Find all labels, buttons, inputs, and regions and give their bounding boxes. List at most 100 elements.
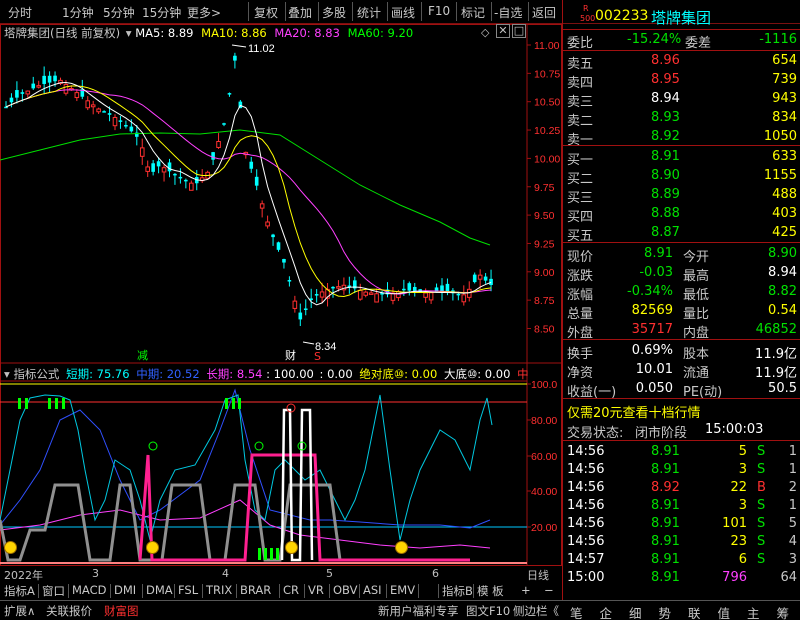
- indicator-tab[interactable]: DMA: [146, 583, 173, 597]
- quote-panel: R 500 002233 塔牌集团 委比 -15.24% 委差 -1116 卖五…: [562, 0, 800, 600]
- candle-body: [276, 242, 281, 250]
- indicator-tab[interactable]: −: [544, 583, 554, 597]
- side-panel-icon[interactable]: 势: [659, 603, 672, 620]
- candle-body: [112, 117, 118, 127]
- chart-frame: [0, 24, 562, 566]
- indicator-tab[interactable]: 窗口: [42, 583, 65, 599]
- divider: [563, 242, 800, 243]
- stock-name[interactable]: 塔牌集团: [651, 7, 711, 28]
- candle-body: [374, 293, 379, 303]
- value-100: : 100.00: [266, 367, 314, 381]
- tab-fenshi[interactable]: 分时: [8, 4, 32, 21]
- tick-volume: 101: [722, 516, 747, 531]
- draw-line-button[interactable]: 画线: [391, 4, 415, 21]
- promo-row[interactable]: 仅需20元查看十档行情: [563, 400, 800, 421]
- indicator-tab[interactable]: EMV: [390, 583, 415, 597]
- indicator-collapse-icon[interactable]: ▾: [4, 367, 10, 381]
- promo-text[interactable]: 仅需20元查看十档行情: [567, 402, 701, 421]
- side-panel-icon[interactable]: 联: [688, 603, 701, 620]
- overlay-button[interactable]: 叠加: [288, 4, 312, 21]
- smile-icon: [285, 541, 298, 554]
- price-tick-label: 8.75: [534, 295, 555, 307]
- wealth-chart-button[interactable]: 财富图: [104, 603, 139, 619]
- candle-body: [466, 288, 472, 298]
- candle-body: [102, 111, 106, 113]
- tick-count: 2: [788, 480, 797, 495]
- short-term-line: [0, 394, 493, 541]
- side-panel-icon[interactable]: 细: [629, 603, 642, 620]
- divider: [563, 440, 800, 441]
- indicator-tab[interactable]: FSL: [178, 583, 198, 597]
- side-panel-icon[interactable]: 企: [600, 603, 613, 620]
- period-label[interactable]: 日线: [527, 567, 549, 583]
- indicator-tab[interactable]: 指标A: [4, 583, 35, 599]
- date-m3: 3: [92, 567, 99, 580]
- indicator-title[interactable]: 指标公式: [13, 367, 59, 381]
- diamond-icon[interactable]: ◇: [481, 26, 489, 39]
- candle-body: [472, 274, 477, 283]
- stats-button[interactable]: 统计: [357, 4, 381, 21]
- green-bar-mark: [18, 398, 21, 409]
- indicator-tab[interactable]: TRIX: [206, 583, 232, 597]
- indicator-tab[interactable]: +: [521, 583, 531, 597]
- fuquan-button[interactable]: 复权: [254, 4, 278, 21]
- green-bar-mark: [276, 548, 279, 560]
- side-panel-icon[interactable]: 筹: [777, 603, 790, 620]
- close-icon[interactable]: ✕: [496, 24, 510, 38]
- indicator-tab[interactable]: BRAR: [240, 583, 271, 597]
- green-bar-mark: [238, 398, 241, 409]
- quote-row: 现价 8.91 今开 8.90: [563, 244, 800, 265]
- candle-body: [36, 85, 42, 88]
- indicator-tab[interactable]: 模 板: [477, 583, 504, 599]
- stock-code[interactable]: 002233: [595, 8, 648, 24]
- kline-chart[interactable]: 11.00 10.75 10.50 10.25 10.00 9.75 9.50 9.25 9.0…: [0, 24, 562, 566]
- indicator-tab[interactable]: 指标B: [442, 583, 473, 599]
- related-quote-button[interactable]: 关联报价: [46, 603, 92, 619]
- circle-marker: [254, 441, 264, 451]
- quote-row: 总量 82569 量比 0.54: [563, 301, 800, 322]
- indicator-tab[interactable]: ASI: [363, 583, 382, 597]
- indicator-tab[interactable]: DMI: [114, 583, 136, 597]
- tab-divider: [279, 584, 280, 598]
- price-tick-label: 9.25: [534, 238, 555, 250]
- expand-icon[interactable]: □: [512, 24, 526, 38]
- candle-body: [483, 276, 488, 281]
- toolbar-divider: [248, 2, 249, 21]
- f10-link[interactable]: 图文F10: [466, 603, 510, 619]
- buy-row: 买五 8.87 425: [563, 223, 800, 244]
- side-panel-icon[interactable]: 主: [747, 603, 760, 620]
- indicator-tab[interactable]: CR: [283, 583, 299, 597]
- tab-5min[interactable]: 5分钟: [103, 4, 135, 21]
- tab-1min[interactable]: 1分钟: [62, 4, 94, 21]
- tab-15min[interactable]: 15分钟: [142, 4, 181, 21]
- buy-volume: 1155: [763, 168, 797, 183]
- multi-stock-button[interactable]: 多股: [322, 4, 346, 21]
- tick-volume: 3: [738, 462, 747, 477]
- candle-body: [107, 113, 112, 115]
- welfare-link[interactable]: 新用户福利专享: [378, 603, 459, 619]
- weibi-row: 委比 -15.24% 委差 -1116: [563, 30, 800, 51]
- side-panel-icon[interactable]: 笔: [570, 603, 583, 620]
- price-tick-label: 9.50: [534, 210, 555, 222]
- tab-divider: [359, 584, 360, 598]
- circle-marker: [148, 441, 158, 451]
- f10-button[interactable]: F10: [428, 4, 450, 18]
- mark-button[interactable]: 标记: [461, 4, 485, 21]
- tick-time: 14:56: [567, 480, 605, 495]
- indicator-tab[interactable]: MACD: [72, 583, 106, 597]
- tab-divider: [142, 584, 143, 598]
- side-panel-icon[interactable]: 值: [718, 603, 731, 620]
- expand-button[interactable]: 扩展∧: [4, 603, 35, 619]
- collapse-icon[interactable]: ▾: [126, 26, 132, 40]
- candle-body: [461, 294, 467, 303]
- tab-divider: [473, 584, 474, 598]
- candle-body: [167, 162, 172, 172]
- ma60-legend: MA60: 9.20: [347, 26, 414, 40]
- sidebar-toggle[interactable]: 侧边栏《: [513, 603, 559, 619]
- self-select-button[interactable]: -自选: [494, 4, 522, 21]
- back-button[interactable]: 返回: [532, 4, 556, 21]
- indicator-tab[interactable]: VR: [308, 583, 324, 597]
- more-menu[interactable]: 更多>: [187, 4, 221, 21]
- indicator-tab[interactable]: OBV: [333, 583, 357, 597]
- tick-volume: 3: [738, 498, 747, 513]
